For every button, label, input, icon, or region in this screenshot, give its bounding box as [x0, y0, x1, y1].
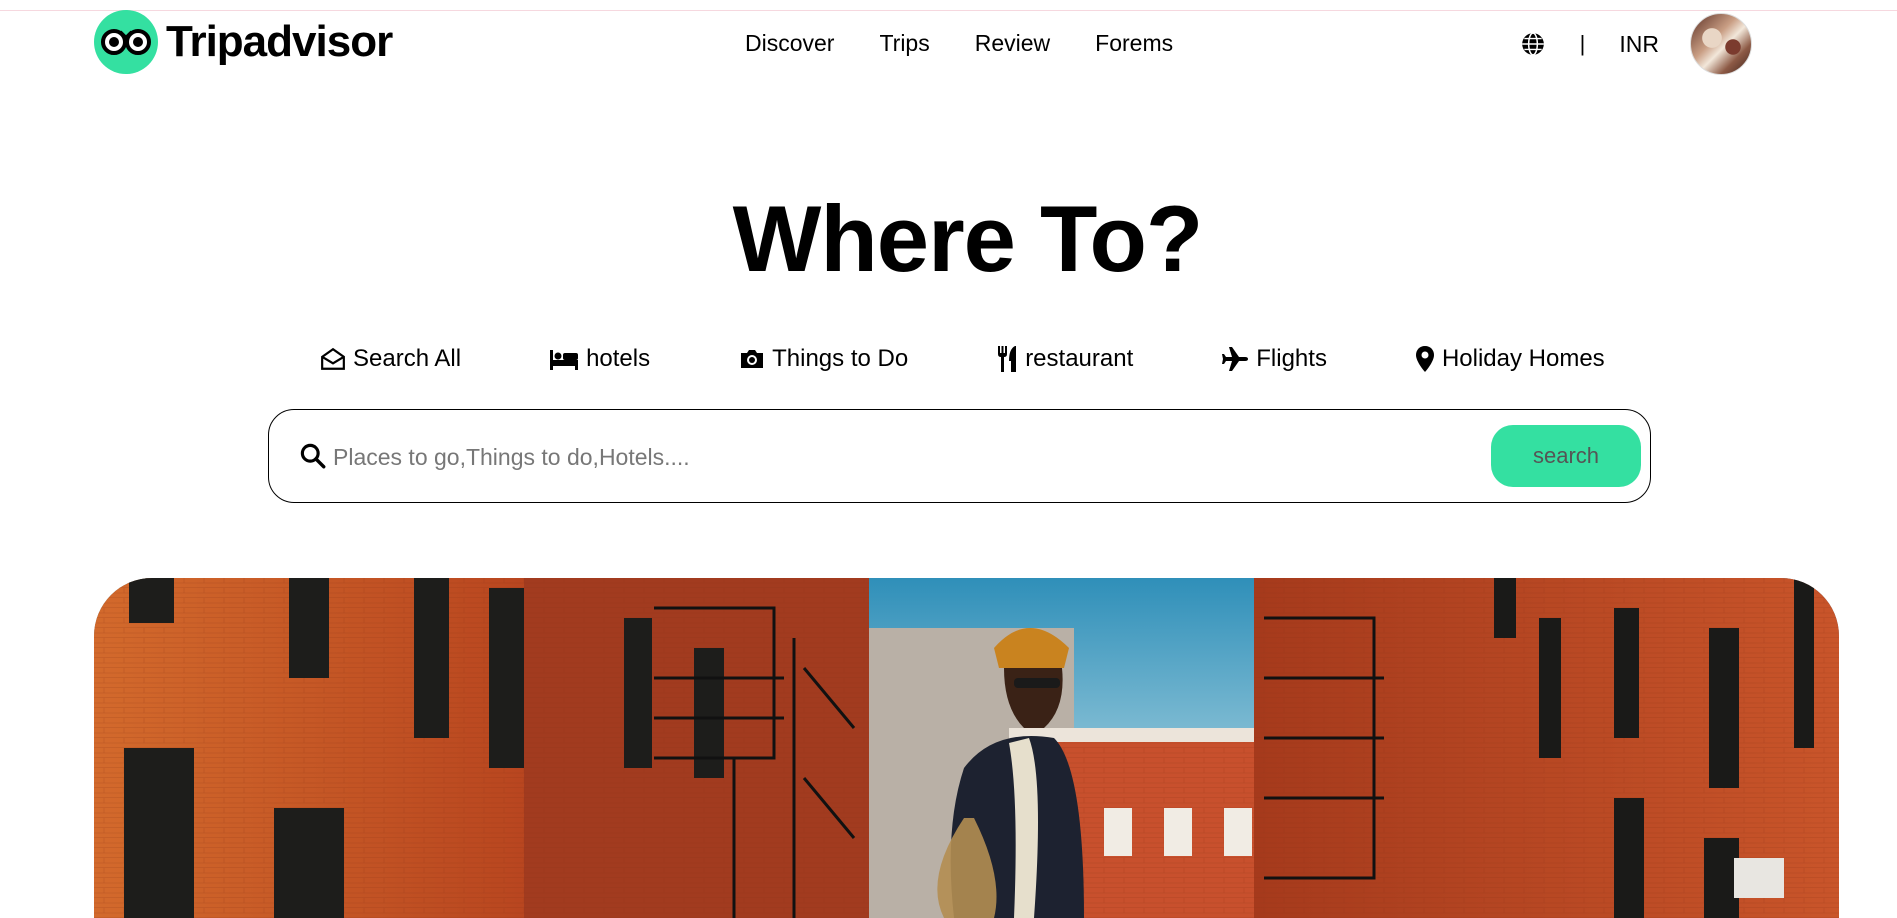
- plane-icon: [1222, 347, 1249, 371]
- category-tabs: Search All hotels Things to Do restauran…: [320, 345, 1605, 373]
- tab-label: Things to Do: [772, 345, 909, 372]
- user-avatar[interactable]: [1690, 13, 1752, 75]
- bed-icon: [550, 350, 579, 370]
- nav-review[interactable]: Review: [975, 30, 1050, 57]
- camera-icon: [741, 350, 764, 368]
- brand-logo[interactable]: Tripadvisor: [94, 10, 393, 74]
- envelope-open-icon: [321, 347, 345, 370]
- site-header: Tripadvisor Discover Trips Review Forems…: [0, 0, 1897, 90]
- tab-label: Flights: [1256, 345, 1327, 372]
- search-button[interactable]: search: [1491, 425, 1641, 487]
- owl-logo-icon: [94, 10, 158, 74]
- search-input[interactable]: [331, 438, 1431, 476]
- page-title: Where To?: [732, 186, 1204, 291]
- tab-label: hotels: [586, 345, 651, 372]
- nav-trips[interactable]: Trips: [879, 30, 929, 57]
- nav-forems[interactable]: Forems: [1095, 30, 1173, 57]
- tab-label: Holiday Homes: [1441, 345, 1605, 372]
- map-pin-icon: [1415, 346, 1434, 372]
- hero-image: [94, 578, 1839, 918]
- tab-restaurant[interactable]: restaurant: [996, 345, 1133, 373]
- tab-search-all[interactable]: Search All: [320, 345, 461, 373]
- tab-label: restaurant: [1025, 345, 1134, 372]
- globe-icon[interactable]: [1520, 31, 1546, 57]
- tab-label: Search All: [353, 345, 462, 372]
- nav-discover[interactable]: Discover: [745, 30, 834, 57]
- search-bar: search: [268, 409, 1651, 503]
- header-tools: | INR: [1520, 12, 1752, 76]
- header-separator: |: [1579, 31, 1586, 56]
- tab-flights[interactable]: Flights: [1221, 345, 1327, 373]
- currency-selector[interactable]: INR: [1619, 31, 1659, 58]
- utensils-icon: [998, 346, 1017, 372]
- search-icon: [300, 443, 326, 469]
- tab-holiday-homes[interactable]: Holiday Homes: [1415, 345, 1605, 373]
- main-nav: Discover Trips Review Forems: [745, 30, 1173, 57]
- tab-hotels[interactable]: hotels: [549, 345, 650, 373]
- tab-things-to-do[interactable]: Things to Do: [739, 345, 908, 373]
- brand-name: Tripadvisor: [166, 17, 393, 66]
